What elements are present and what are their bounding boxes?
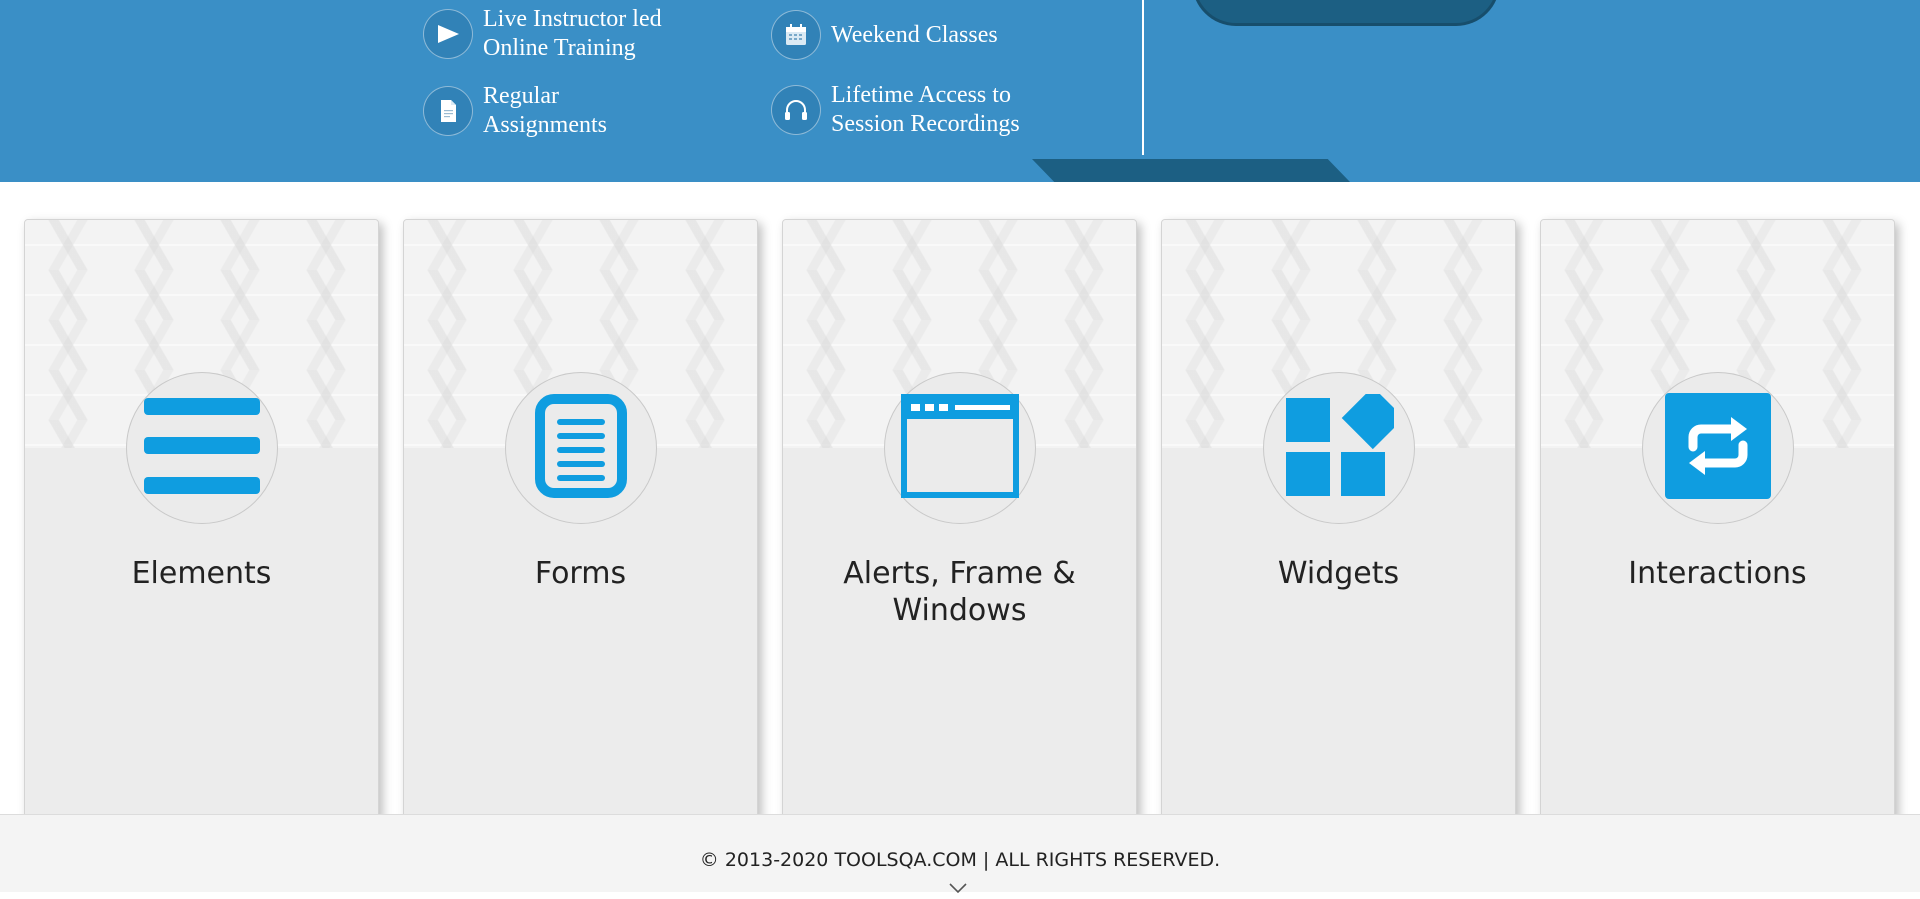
hamburger-menu-icon — [142, 394, 262, 503]
calendar-icon — [771, 10, 821, 60]
browser-window-icon — [901, 393, 1019, 503]
feature-label-line1: Regular — [483, 83, 559, 109]
chevron-down-icon[interactable] — [948, 881, 968, 894]
enroll-button-partial[interactable] — [1192, 0, 1500, 26]
feature-label-line2: Session Recordings — [831, 111, 1020, 137]
feature-label-line1: Lifetime Access to — [831, 82, 1011, 108]
card-widgets[interactable]: Widgets — [1161, 219, 1516, 819]
feature-weekend-classes: Weekend Classes — [771, 10, 998, 60]
card-icon-circle — [505, 372, 657, 524]
form-document-icon — [535, 393, 627, 503]
document-icon — [423, 86, 473, 136]
feature-regular-assignments: Regular Assignments — [423, 82, 607, 140]
play-icon — [423, 9, 473, 59]
page-footer: © 2013-2020 TOOLSQA.COM | ALL RIGHTS RES… — [0, 814, 1920, 894]
copyright-text: © 2013-2020 TOOLSQA.COM | ALL RIGHTS RES… — [699, 849, 1221, 871]
card-icon-circle — [1642, 372, 1794, 524]
card-forms[interactable]: Forms — [403, 219, 758, 819]
feature-label-line1: Live Instructor led — [483, 6, 662, 32]
swap-arrows-icon — [1665, 392, 1771, 504]
card-interactions[interactable]: Interactions — [1540, 219, 1895, 819]
card-elements[interactable]: Elements — [24, 219, 379, 819]
banner-decorative-tab — [1032, 159, 1350, 182]
card-title: Widgets — [1277, 556, 1400, 591]
category-cards: Elements Forms Alerts, Frame & Windows W… — [0, 182, 1920, 819]
headphones-icon — [771, 85, 821, 135]
feature-label-line2: Assignments — [483, 112, 608, 138]
feature-label: Weekend Classes — [831, 21, 998, 48]
card-icon-circle — [884, 372, 1036, 524]
widgets-blocks-icon — [1284, 386, 1404, 503]
feature-label-line2: Online Training — [483, 35, 636, 61]
card-icon-circle — [126, 372, 278, 524]
card-title: Elements — [131, 556, 272, 591]
feature-lifetime-access: Lifetime Access to Session Recordings — [771, 81, 1020, 139]
card-alerts-frame-windows[interactable]: Alerts, Frame & Windows — [782, 219, 1137, 819]
card-icon-circle — [1263, 372, 1415, 524]
training-banner: Live Instructor led Online Training Week… — [0, 0, 1920, 182]
banner-divider — [1142, 0, 1144, 155]
card-title: Alerts, Frame & Windows — [843, 556, 1076, 628]
card-title: Interactions — [1628, 556, 1807, 591]
card-title: Forms — [534, 556, 627, 591]
feature-live-training: Live Instructor led Online Training — [423, 5, 662, 63]
